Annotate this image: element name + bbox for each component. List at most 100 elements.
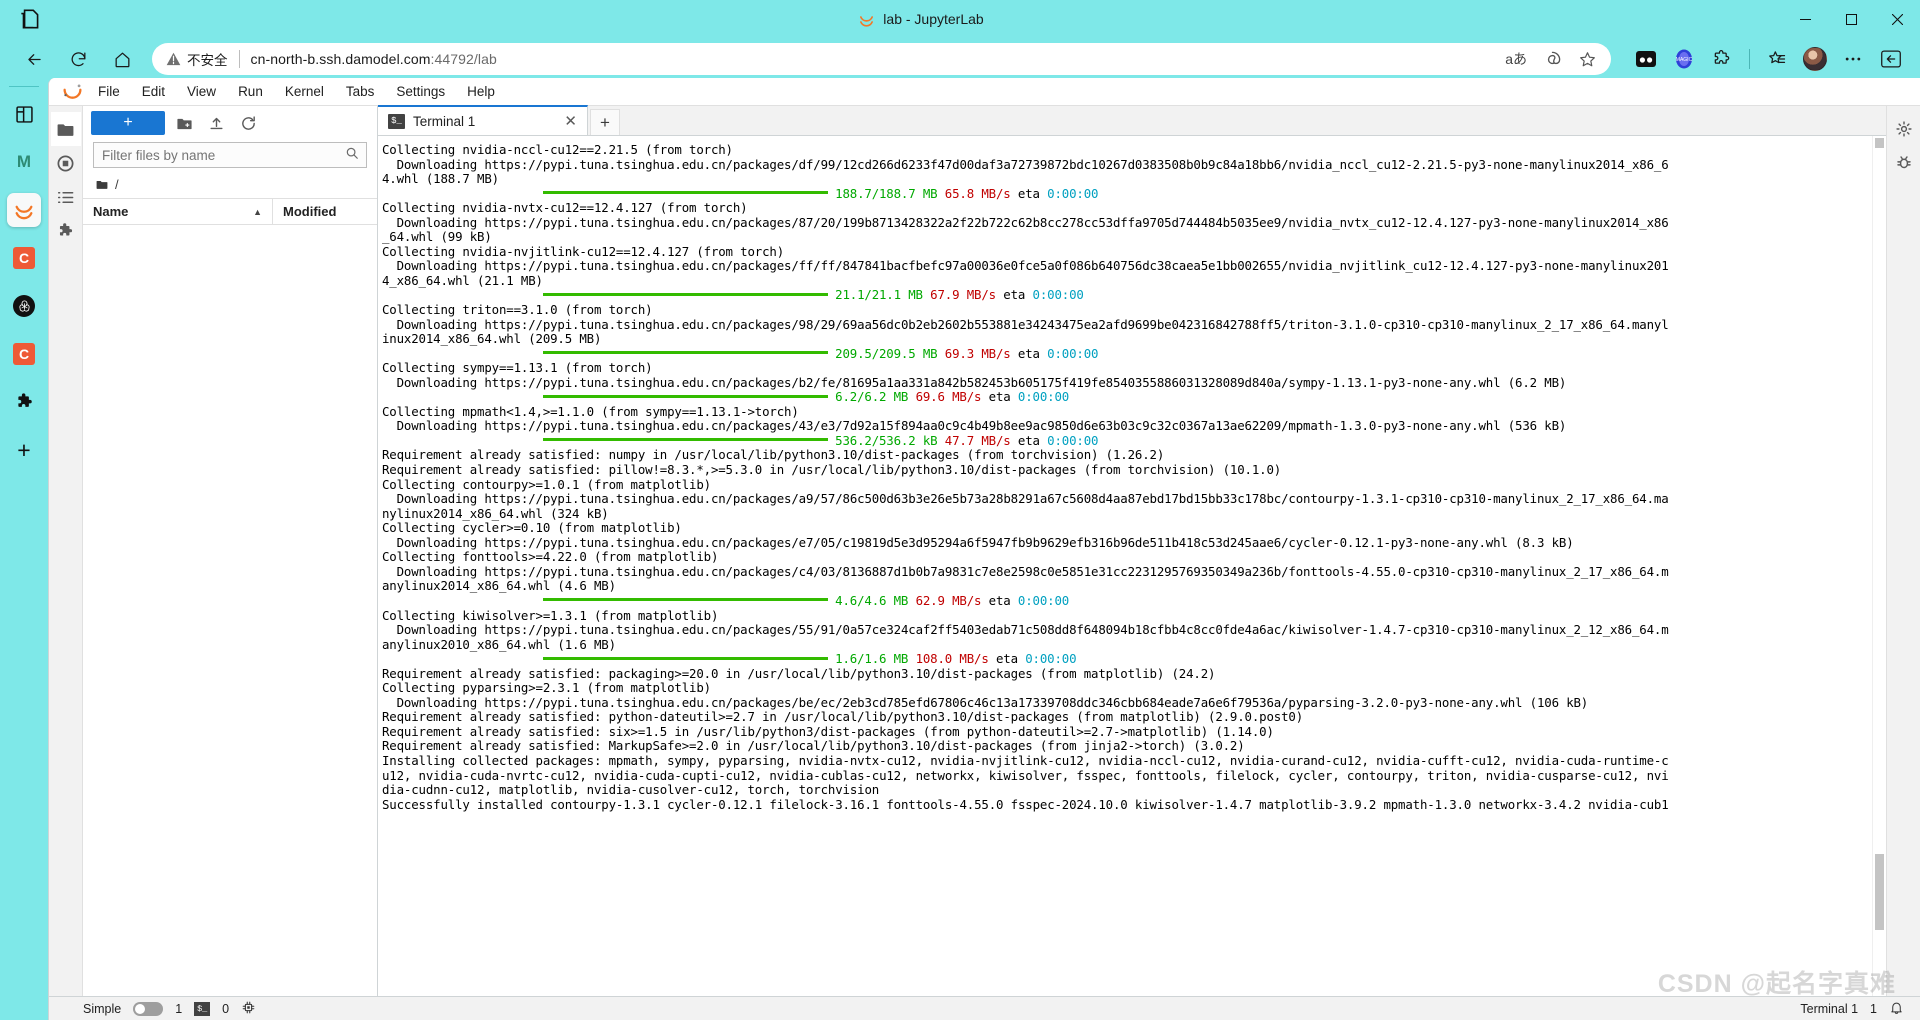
menu-help[interactable]: Help <box>456 81 506 102</box>
sidebar-toggle-button[interactable] <box>1874 42 1908 76</box>
home-button[interactable] <box>105 42 139 76</box>
sidebar-item-extension-manager[interactable] <box>51 214 81 248</box>
sidebar-item-debugger[interactable] <box>1889 146 1919 180</box>
split-screen-icon[interactable] <box>1629 42 1663 76</box>
browser-extension-toolbar: MAGIC <box>1621 42 1908 76</box>
vtab-new-tab-button[interactable]: + <box>7 433 41 467</box>
vtab-jupyterlab[interactable] <box>7 193 41 227</box>
close-button[interactable] <box>1874 0 1920 38</box>
terminal-output[interactable]: Collecting nvidia-nccl-cu12==2.21.5 (fro… <box>378 136 1872 996</box>
terminal-line: Downloading https://pypi.tuna.tsinghua.e… <box>382 534 1574 550</box>
new-folder-button[interactable] <box>171 111 197 135</box>
download-speed: 69.3 MB/s <box>944 345 1011 361</box>
terminal-line: 4.6/4.6 MB 62.9 MB/s eta 0:00:00 <box>382 592 1872 609</box>
terminal-line: _64.whl (99 kB) <box>382 229 492 245</box>
new-launcher-button[interactable]: + <box>91 111 165 135</box>
upload-button[interactable] <box>203 111 229 135</box>
download-progress-bar <box>542 191 828 195</box>
menu-run[interactable]: Run <box>227 81 274 102</box>
column-header-modified[interactable]: Modified <box>273 199 377 224</box>
menu-view[interactable]: View <box>176 81 227 102</box>
status-bar: Simple 1 $_ 0 Terminal 1 1 <box>49 996 1920 1020</box>
vtab-collections[interactable] <box>7 97 41 131</box>
jupyterlab-left-activitybar <box>49 106 83 996</box>
download-size: 4.6/4.6 MB <box>835 592 909 608</box>
terminal-line: Collecting kiwisolver>=1.3.1 (from matpl… <box>382 607 719 623</box>
upload-icon <box>209 117 223 129</box>
menu-file[interactable]: File <box>87 81 131 102</box>
sidebar-item-property-inspector[interactable] <box>1889 112 1919 146</box>
menu-tabs[interactable]: Tabs <box>335 81 386 102</box>
vtab-c-site-2[interactable]: C <box>7 337 41 371</box>
scrollbar-thumb[interactable] <box>1875 854 1884 930</box>
read-aloud-button[interactable]: aあ <box>1505 49 1527 69</box>
security-warning[interactable]: 不安全 <box>166 49 228 69</box>
menu-kernel[interactable]: Kernel <box>274 81 335 102</box>
terminal-line: Collecting triton==3.1.0 (from torch) <box>382 302 653 318</box>
search-input[interactable] <box>93 142 367 168</box>
file-browser-panel: + Filter files by name / Name ▲ Modified <box>83 106 378 996</box>
menu-edit[interactable]: Edit <box>131 81 176 102</box>
breadcrumb-path: / <box>115 177 119 192</box>
download-size: 1.6/1.6 MB <box>835 651 909 667</box>
svg-text:MAGIC: MAGIC <box>1676 57 1693 63</box>
copilot-icon[interactable] <box>1543 50 1562 69</box>
favorite-star-icon[interactable] <box>1578 50 1597 69</box>
new-folder-icon <box>176 118 192 129</box>
more-options-button[interactable] <box>1836 42 1870 76</box>
address-bar[interactable]: 不安全 cn-north-b.ssh.damodel.com:44792/lab… <box>152 43 1611 75</box>
m-letter-icon: M <box>16 152 32 171</box>
browser-brand-logo <box>0 6 60 32</box>
terminal-line: Collecting nvidia-nvjitlink-cu12==12.4.1… <box>382 243 785 259</box>
browser-toolbar: 不安全 cn-north-b.ssh.damodel.com:44792/lab… <box>0 38 1920 80</box>
sidebar-item-running-terminals[interactable] <box>51 146 81 180</box>
terminal-icon: $_ <box>194 1001 211 1016</box>
scrollbar-thumb-top[interactable] <box>1875 138 1884 148</box>
terminal-line: Collecting pyparsing>=2.3.1 (from matplo… <box>382 680 711 696</box>
terminal-scrollbar[interactable] <box>1872 136 1886 996</box>
file-list-header: Name ▲ Modified <box>83 198 377 225</box>
refresh-file-list-button[interactable] <box>235 111 261 135</box>
maximize-button[interactable] <box>1828 0 1874 38</box>
column-header-name[interactable]: Name ▲ <box>83 199 273 224</box>
terminal-line: anylinux2014_x86_64.whl (4.6 MB) <box>382 578 616 594</box>
download-speed: 67.9 MB/s <box>930 287 996 303</box>
menu-settings[interactable]: Settings <box>385 81 456 102</box>
simple-mode-toggle[interactable] <box>133 1001 164 1016</box>
jupyter-logo-icon <box>15 205 33 220</box>
collections-button[interactable] <box>1760 42 1794 76</box>
warning-triangle-icon <box>166 52 181 66</box>
security-label: 不安全 <box>187 53 228 68</box>
sidebar-item-file-browser[interactable] <box>50 112 81 146</box>
add-tab-button[interactable]: + <box>590 109 620 135</box>
download-eta: 0:00:00 <box>1017 389 1070 405</box>
terminal-line: Collecting sympy==1.13.1 (from torch) <box>382 360 653 376</box>
tab-terminal-1[interactable]: $_ Terminal 1 ✕ <box>378 105 588 135</box>
vtab-extension[interactable] <box>7 385 41 419</box>
magic-extension-icon[interactable]: MAGIC <box>1667 42 1701 76</box>
terminal-line: 6.2/6.2 MB 69.6 MB/s eta 0:00:00 <box>382 390 1872 405</box>
download-speed: 108.0 MB/s <box>915 651 989 667</box>
close-icon[interactable]: ✕ <box>564 114 577 129</box>
minimize-button[interactable] <box>1782 0 1828 38</box>
file-list[interactable] <box>83 225 377 996</box>
terminal-icon: $_ <box>388 113 405 129</box>
download-progress-bar <box>542 438 828 442</box>
avatar[interactable] <box>1798 42 1832 76</box>
omnibox-divider <box>238 50 240 68</box>
vtab-c-site-1[interactable]: C <box>7 241 41 275</box>
browser-tab-active[interactable]: lab - JupyterLab <box>858 11 984 28</box>
vtab-openai[interactable] <box>7 289 41 323</box>
bell-icon[interactable] <box>1889 1000 1904 1018</box>
browser-titlebar: lab - JupyterLab <box>0 0 1920 38</box>
refresh-button[interactable] <box>61 42 95 76</box>
extensions-puzzle-icon[interactable] <box>1705 42 1739 76</box>
download-speed: 69.6 MB/s <box>915 389 982 405</box>
terminal-line: 188.7/188.7 MB 65.8 MB/s eta 0:00:00 <box>382 186 1872 202</box>
cpu-icon[interactable] <box>241 1000 256 1018</box>
sidebar-item-command-palette[interactable] <box>51 180 81 214</box>
back-button[interactable] <box>17 42 51 76</box>
terminal-line: Downloading https://pypi.tuna.tsinghua.e… <box>382 418 1567 434</box>
vtab-m-site[interactable]: M <box>7 145 41 179</box>
breadcrumb[interactable]: / <box>83 174 377 198</box>
